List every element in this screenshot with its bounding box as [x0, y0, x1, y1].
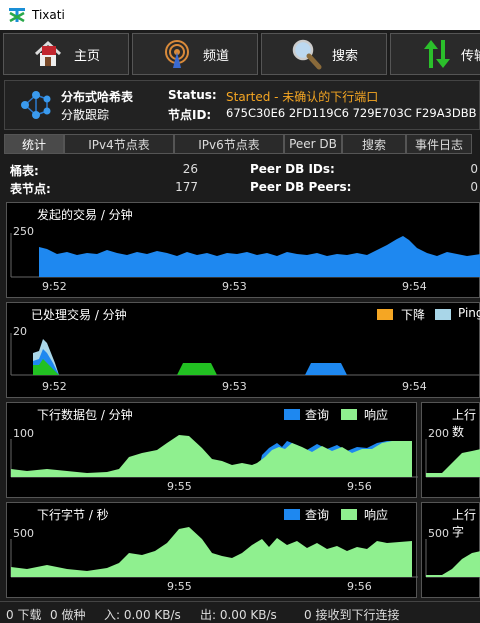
- inbound-connections: 0 接收到下行连接: [304, 608, 400, 622]
- buckets-label: 桶表:: [10, 164, 39, 178]
- node-id-value: 675C30E6 2FD119C6 729E703C F29A3DBB B: [226, 106, 480, 120]
- tab-stats[interactable]: 统计: [4, 134, 64, 154]
- channels-button[interactable]: 频道: [132, 33, 258, 75]
- window-title: Tixati: [32, 8, 65, 22]
- home-button[interactable]: 主页: [3, 33, 129, 75]
- peer-db-ids-value: 0: [470, 162, 478, 176]
- tab-search[interactable]: 搜索: [342, 134, 406, 154]
- tab-ipv6-nodes[interactable]: IPv6节点表: [174, 134, 284, 154]
- x-tick: 9:54: [402, 380, 427, 393]
- table-nodes-label: 表节点:: [10, 182, 51, 196]
- info-subheading: 分散跟踪: [61, 108, 110, 122]
- status-label: Status:: [168, 88, 217, 102]
- x-tick: 9:54: [402, 280, 427, 293]
- status-bar: 0 下载 0 做种 入: 0.00 KB/s 出: 0.00 KB/s 0 接收…: [0, 601, 480, 623]
- tab-event-log[interactable]: 事件日志: [406, 134, 472, 154]
- search-button[interactable]: 搜索: [261, 33, 387, 75]
- transfers-label: 传输: [461, 48, 480, 64]
- transfers-button[interactable]: 传输: [390, 33, 480, 75]
- x-tick: 9:56: [347, 580, 372, 593]
- channels-icon: [165, 40, 189, 68]
- dht-network-icon: [21, 91, 51, 119]
- tab-ipv4-nodes[interactable]: IPv4节点表: [64, 134, 174, 154]
- dht-info-panel: 分布式哈希表 分散跟踪 Status: Started - 未确认的下行端口 节…: [4, 80, 480, 130]
- peer-db-peers-label: Peer DB Peers:: [250, 180, 352, 194]
- buckets-value: 26: [182, 162, 198, 176]
- tab-strip: 统计 IPv4节点表 IPv6节点表 Peer DB 搜索 事件日志: [4, 134, 480, 154]
- table-nodes-value: 177: [175, 180, 198, 194]
- x-tick: 9:52: [42, 280, 67, 293]
- title-bar: Tixati: [0, 0, 480, 30]
- processed-transactions-chart: 已处理交易 / 分钟 下降 Ping 20 9:52 9:53 9:54: [6, 302, 480, 398]
- upload-bytes-chart: 上行字 500: [421, 502, 480, 598]
- transfers-icon: [424, 40, 450, 68]
- info-heading: 分布式哈希表: [61, 90, 134, 104]
- channels-label: 频道: [203, 48, 230, 64]
- stats-summary: 桶表: 26 表节点: 177 Peer DB IDs: 0 Peer DB P…: [0, 156, 480, 200]
- node-id-label: 节点ID:: [168, 108, 212, 122]
- x-tick: 9:53: [222, 280, 247, 293]
- status-value: Started - 未确认的下行端口: [226, 90, 379, 104]
- x-tick: 9:55: [167, 480, 192, 493]
- upload-packets-chart: 上行数 200: [421, 402, 480, 498]
- upload-packets-area: [425, 439, 480, 478]
- upload-bytes-area: [425, 539, 480, 578]
- x-tick: 9:55: [167, 580, 192, 593]
- toolbar: 主页 频道 搜索 传输: [0, 30, 480, 78]
- home-icon: [34, 40, 62, 66]
- initiated-transactions-chart: 发起的交易 / 分钟 250 9:52 9:53 9:54: [6, 202, 480, 298]
- seeds-count: 0 做种: [50, 608, 86, 622]
- download-packets-chart: 下行数据包 / 分钟 查询 响应 100 9:55 9:56: [6, 402, 418, 498]
- home-label: 主页: [74, 48, 101, 64]
- search-icon: [292, 39, 322, 70]
- x-tick: 9:56: [347, 480, 372, 493]
- x-tick: 9:53: [222, 380, 247, 393]
- outbound-rate: 出: 0.00 KB/s: [200, 608, 277, 622]
- peer-db-ids-label: Peer DB IDs:: [250, 162, 335, 176]
- peer-db-peers-value: 0: [470, 180, 478, 194]
- search-label: 搜索: [332, 48, 359, 64]
- downloads-count: 0 下载: [6, 608, 42, 622]
- inbound-rate: 入: 0.00 KB/s: [104, 608, 181, 622]
- tixati-logo-icon: [9, 8, 25, 23]
- x-tick: 9:52: [42, 380, 67, 393]
- download-bytes-chart: 下行字节 / 秒 查询 响应 500 9:55 9:56: [6, 502, 418, 598]
- tab-peer-db[interactable]: Peer DB: [284, 134, 342, 154]
